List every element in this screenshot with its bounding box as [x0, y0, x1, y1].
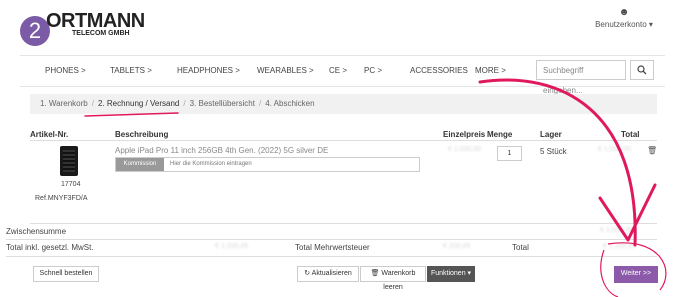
kommission-input[interactable]: Hier die Kommission eintragen: [170, 158, 252, 171]
logo-subtitle: TELECOM GMBH: [72, 30, 130, 37]
next-button[interactable]: Weiter >>: [614, 266, 658, 283]
article-number: 17704: [61, 181, 81, 188]
kommission-label: Kommission: [116, 158, 164, 171]
refresh-icon: ↻: [304, 270, 311, 277]
trash-icon: 🗑: [370, 270, 380, 277]
col-header-description: Beschreibung: [115, 130, 169, 139]
search-input[interactable]: Suchbegriff eingeben...: [536, 60, 626, 95]
trash-icon[interactable]: 🗑: [647, 146, 657, 155]
unit-price: € 1.000,00: [448, 146, 482, 153]
col-header-article: Artikel-Nr.: [30, 130, 69, 139]
stock-value: 5 Stück: [540, 147, 567, 156]
nav-item-phones[interactable]: PHONES >: [45, 66, 86, 75]
subtotal-value: € 1.000,00: [600, 227, 634, 234]
divider: [30, 140, 657, 141]
search-button[interactable]: [630, 60, 654, 80]
vat-label: Total Mehrwertsteuer: [295, 243, 370, 252]
nav-item-pc[interactable]: PC >: [364, 66, 382, 75]
nav-item-tablets[interactable]: TABLETS >: [110, 66, 152, 75]
divider: [6, 239, 657, 240]
annotation-overlay: [84, 78, 667, 297]
breadcrumb-step-cart[interactable]: 1. Warenkorb: [40, 99, 88, 108]
nav-item-headphones[interactable]: HEADPHONES >: [177, 66, 240, 75]
quantity-input[interactable]: 1: [497, 146, 522, 161]
vat-value: € 200,45: [443, 243, 471, 250]
account-menu[interactable]: ☻ Benutzerkonto ▾: [588, 7, 660, 29]
divider: [6, 256, 657, 257]
refresh-button[interactable]: ↻ Aktualisieren: [297, 266, 359, 282]
total-incl-label: Total inkl. gesetzl. MwSt.: [6, 243, 94, 252]
col-header-unit-price: Einzelpreis: [443, 130, 486, 139]
nav-item-wearables[interactable]: WEARABLES >: [257, 66, 314, 75]
total-label: Total: [512, 243, 529, 252]
user-icon: ☻: [618, 7, 630, 18]
search-icon: [637, 65, 647, 75]
kommission-field[interactable]: Kommission Hier die Kommission eintragen: [115, 157, 420, 172]
breadcrumb-step-overview[interactable]: 3. Bestellübersicht: [190, 99, 255, 108]
col-header-quantity: Menge: [487, 130, 513, 139]
quick-order-button[interactable]: Schnell bestellen: [33, 266, 99, 282]
account-label: Benutzerkonto ▾: [595, 20, 653, 29]
empty-cart-button[interactable]: 🗑 Warenkorb leeren: [360, 266, 426, 291]
breadcrumb-step-submit[interactable]: 4. Abschicken: [265, 99, 314, 108]
nav-item-more[interactable]: MORE >: [475, 66, 506, 75]
col-header-total: Total: [621, 130, 640, 139]
col-header-stock: Lager: [540, 130, 562, 139]
subtotal-label: Zwischensumme: [6, 227, 67, 236]
article-ref: Ref.MNYF3FD/A: [35, 195, 88, 202]
total-incl-value: € 1.200,45: [215, 243, 249, 250]
checkout-breadcrumb: 1. Warenkorb/2. Rechnung / Versand/3. Be…: [30, 94, 657, 114]
divider: [30, 223, 657, 224]
breadcrumb-step-billing[interactable]: 2. Rechnung / Versand: [98, 99, 179, 108]
main-nav: PHONES > TABLETS > HEADPHONES > WEARABLE…: [20, 55, 665, 95]
total-value: € 1.200,45: [603, 243, 637, 250]
nav-item-accessories[interactable]: ACCESSORIES: [410, 66, 468, 75]
line-total: € 1.000,00: [598, 146, 632, 153]
functions-dropdown[interactable]: Funktionen ▾: [427, 266, 475, 282]
product-description[interactable]: Apple iPad Pro 11 inch 256GB 4th Gen. (2…: [115, 146, 328, 155]
nav-item-ce[interactable]: CE >: [329, 66, 347, 75]
product-image[interactable]: [60, 146, 78, 176]
